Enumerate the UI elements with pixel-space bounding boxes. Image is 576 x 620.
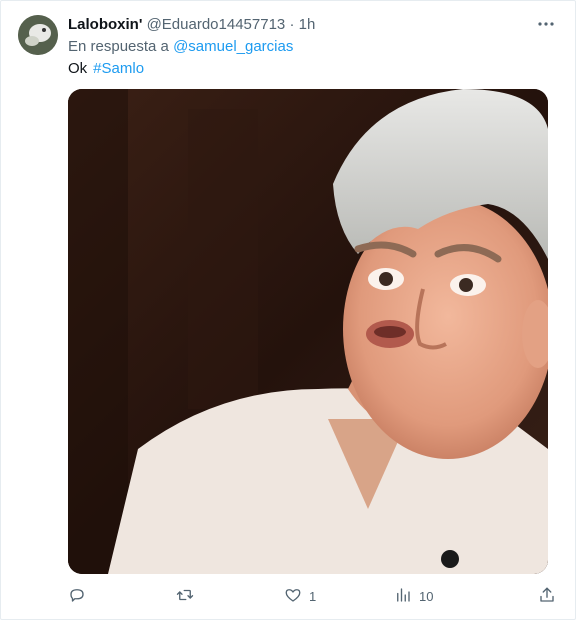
- views-button[interactable]: 10: [394, 585, 433, 607]
- reply-to-link[interactable]: @samuel_garcias: [173, 38, 293, 55]
- views-icon: [394, 586, 412, 607]
- reply-button[interactable]: [68, 585, 93, 607]
- tweet-card[interactable]: Laloboxin' @Eduardo14457713 · 1h En resp…: [0, 0, 576, 620]
- like-button[interactable]: 1: [284, 585, 316, 607]
- reply-icon: [68, 586, 86, 607]
- tweet-body: Ok: [68, 60, 88, 77]
- tweet-text: Ok #Samlo: [68, 60, 144, 78]
- like-count: 1: [309, 588, 317, 604]
- share-icon: [538, 586, 556, 607]
- views-count: 10: [419, 588, 434, 604]
- action-bar: 1 10: [68, 585, 558, 607]
- avatar[interactable]: [18, 15, 58, 55]
- tweet-header: Laloboxin' @Eduardo14457713 · 1h: [68, 16, 315, 34]
- reply-prefix: En respuesta a: [68, 38, 169, 55]
- share-button[interactable]: [538, 585, 556, 607]
- hashtag-link[interactable]: #Samlo: [93, 60, 144, 77]
- timestamp[interactable]: 1h: [299, 16, 316, 33]
- retweet-button[interactable]: [176, 585, 201, 607]
- more-icon[interactable]: [534, 14, 558, 34]
- reply-context: En respuesta a @samuel_garcias: [68, 38, 293, 56]
- retweet-icon: [176, 586, 194, 607]
- tweet-media-image[interactable]: [68, 89, 548, 574]
- separator-dot: ·: [289, 16, 295, 33]
- display-name[interactable]: Laloboxin': [68, 16, 142, 33]
- like-icon: [284, 586, 302, 607]
- user-handle[interactable]: @Eduardo14457713: [147, 16, 286, 33]
